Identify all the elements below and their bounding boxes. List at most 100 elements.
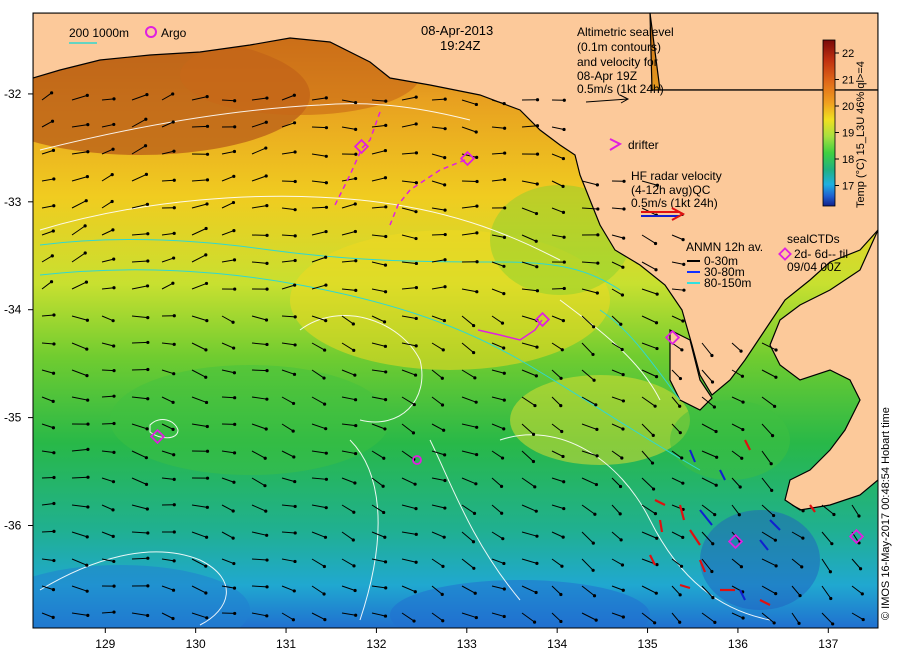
velocity-arrow-head bbox=[501, 537, 505, 541]
velocity-arrow-head bbox=[51, 399, 55, 403]
velocity-arrow-head bbox=[324, 319, 328, 323]
velocity-arrow-head bbox=[354, 613, 358, 617]
velocity-arrow bbox=[41, 530, 55, 533]
velocity-arrow-head bbox=[413, 482, 417, 486]
velocity-arrow-head bbox=[232, 258, 237, 262]
velocity-arrow-head bbox=[442, 535, 446, 539]
velocity-arrow-head bbox=[535, 289, 540, 293]
velocity-arrow-head bbox=[111, 228, 115, 232]
velocity-arrow-head bbox=[655, 562, 659, 567]
velocity-arrow-head bbox=[715, 455, 719, 459]
velocity-arrow-head bbox=[596, 261, 600, 265]
velocity-arrow-head bbox=[204, 375, 208, 379]
velocity-arrow-head bbox=[51, 148, 56, 153]
velocity-arrow-head bbox=[678, 593, 682, 597]
velocity-arrow-head bbox=[172, 149, 176, 153]
velocity-arrow-head bbox=[172, 530, 176, 534]
velocity-arrow-head bbox=[324, 154, 328, 158]
velocity-arrow-head bbox=[112, 559, 116, 564]
velocity-arrow-head bbox=[475, 452, 479, 457]
velocity-arrow-head bbox=[384, 370, 388, 374]
sealctd-legend-date: 09/04 00Z bbox=[787, 260, 841, 274]
velocity-arrow-head bbox=[829, 596, 833, 601]
velocity-arrow-head bbox=[857, 514, 861, 518]
velocity-arrow-head bbox=[593, 512, 597, 516]
velocity-arrow-head bbox=[620, 293, 625, 297]
longitude-tick-label: 129 bbox=[95, 637, 115, 651]
velocity-arrow-head bbox=[741, 427, 745, 432]
velocity-arrow-head bbox=[622, 207, 626, 211]
velocity-arrow-head bbox=[534, 211, 539, 216]
drifter-legend-label: drifter bbox=[628, 138, 659, 152]
velocity-arrow-head bbox=[172, 559, 176, 563]
velocity-arrow-head bbox=[293, 531, 297, 535]
velocity-arrow-head bbox=[441, 619, 445, 623]
velocity-arrow-head bbox=[502, 264, 506, 268]
velocity-arrow-head bbox=[293, 208, 297, 212]
velocity-arrow-head bbox=[594, 482, 599, 487]
velocity-arrow-head bbox=[382, 320, 387, 324]
velocity-arrow-head bbox=[112, 584, 116, 588]
velocity-arrow-head bbox=[443, 232, 447, 237]
velocity-arrow-head bbox=[533, 485, 537, 489]
velocity-arrow-head bbox=[172, 503, 176, 507]
velocity-arrow-head bbox=[83, 251, 87, 255]
velocity-arrow bbox=[221, 99, 235, 102]
velocity-arrow-head bbox=[441, 348, 445, 352]
velocity-arrow-head bbox=[562, 286, 566, 291]
velocity-arrow-head bbox=[561, 184, 565, 188]
colorbar-label: Temp (°C) 15_L3U 46% ql>=4 bbox=[855, 61, 867, 208]
velocity-arrow-head bbox=[324, 477, 329, 481]
velocity-arrow-head bbox=[171, 400, 175, 404]
velocity-arrow-head bbox=[264, 174, 268, 178]
velocity-arrow-head bbox=[49, 280, 54, 284]
velocity-arrow-head bbox=[204, 226, 208, 231]
velocity-arrow-head bbox=[264, 146, 268, 150]
velocity-arrow-head bbox=[443, 127, 447, 131]
velocity-arrow-head bbox=[232, 480, 236, 484]
velocity-arrow-head bbox=[500, 511, 504, 515]
colorbar-tick-label: 22 bbox=[842, 48, 854, 60]
velocity-arrow-head bbox=[111, 480, 116, 484]
velocity-arrow-head bbox=[413, 373, 418, 377]
velocity-arrow-head bbox=[111, 319, 115, 323]
velocity-arrow-head bbox=[351, 538, 355, 542]
velocity-arrow-head bbox=[535, 561, 539, 565]
velocity-arrow-head bbox=[52, 313, 56, 317]
hf-radar-legend-line-2: (4-12h avg)QC bbox=[631, 183, 711, 197]
velocity-arrow-head bbox=[292, 455, 296, 459]
velocity-arrow-head bbox=[801, 509, 805, 513]
velocity-arrow-head bbox=[84, 280, 89, 284]
velocity-arrow-head bbox=[474, 615, 478, 620]
velocity-arrow-head bbox=[383, 427, 387, 431]
velocity-arrow-head bbox=[383, 535, 387, 539]
velocity-arrow-head bbox=[291, 401, 296, 406]
velocity-arrow bbox=[251, 369, 268, 372]
velocity-arrow-head bbox=[595, 183, 599, 187]
velocity-arrow-head bbox=[475, 204, 479, 208]
velocity-arrow-head bbox=[503, 177, 507, 182]
velocity-arrow-head bbox=[145, 284, 150, 288]
velocity-arrow-head bbox=[503, 126, 507, 130]
velocity-arrow-head bbox=[322, 564, 326, 569]
velocity-arrow-head bbox=[146, 232, 150, 236]
velocity-arrow-head bbox=[353, 202, 357, 206]
velocity-arrow-head bbox=[293, 504, 297, 509]
velocity-arrow-head bbox=[384, 586, 388, 590]
velocity-arrow-head bbox=[354, 176, 358, 181]
velocity-arrow-head bbox=[475, 260, 479, 264]
velocity-arrow-head bbox=[293, 343, 297, 347]
velocity-arrow-head bbox=[293, 179, 297, 184]
map-time: 19:24Z bbox=[440, 38, 481, 53]
velocity-arrow-head bbox=[354, 259, 358, 263]
altimetric-legend-line-3: and velocity for bbox=[577, 55, 658, 69]
velocity-arrow-head bbox=[531, 432, 536, 436]
velocity-arrow-head bbox=[52, 204, 56, 208]
velocity-arrow-head bbox=[737, 513, 741, 517]
velocity-arrow-head bbox=[620, 347, 624, 352]
velocity-arrow-head bbox=[351, 322, 355, 326]
velocity-arrow-head bbox=[534, 590, 538, 595]
velocity-arrow-head bbox=[85, 563, 89, 567]
velocity-arrow-head bbox=[740, 456, 744, 460]
colorbar-tick-label: 21 bbox=[842, 75, 854, 87]
